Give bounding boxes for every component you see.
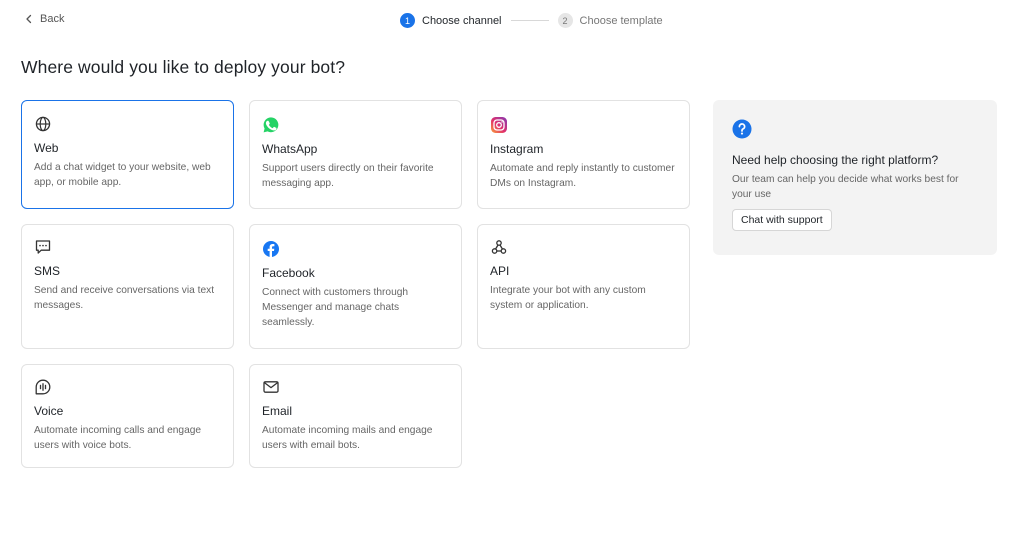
instagram-icon — [491, 117, 507, 133]
channel-card-facebook[interactable]: Facebook Connect with customers through … — [249, 224, 462, 349]
channel-description: Automate incoming calls and engage users… — [34, 425, 202, 451]
facebook-icon — [263, 241, 279, 257]
channel-card-voice[interactable]: Voice Automate incoming calls and engage… — [21, 364, 234, 468]
channel-card-sms[interactable]: SMS Send and receive conversations via t… — [21, 224, 234, 349]
step-choose-channel: 1 Choose channel — [400, 13, 502, 28]
channel-card-email[interactable]: Email Automate incoming mails and engage… — [249, 364, 462, 468]
channel-title: WhatsApp — [262, 142, 318, 156]
page-title: Where would you like to deploy your bot? — [21, 57, 346, 77]
mail-icon — [263, 381, 279, 393]
channel-description: Integrate your bot with any custom syste… — [490, 285, 646, 311]
channel-title: API — [490, 264, 510, 278]
whatsapp-icon — [263, 117, 279, 133]
help-description: Our team can help you decide what works … — [732, 174, 959, 200]
stepper: 1 Choose channel 2 Choose template — [400, 13, 663, 28]
step-label: Choose template — [579, 14, 663, 27]
step-number: 1 — [400, 13, 415, 28]
webhook-icon — [491, 240, 507, 254]
channel-description: Automate incoming mails and engage users… — [262, 425, 433, 451]
channel-description: Connect with customers through Messenger… — [262, 287, 409, 328]
sms-icon — [35, 240, 51, 254]
back-label: Back — [40, 13, 65, 25]
help-panel: Need help choosing the right platform? O… — [713, 100, 997, 255]
step-choose-template: 2 Choose template — [557, 13, 663, 28]
channel-title: Email — [262, 404, 293, 418]
chat-with-support-button[interactable]: Chat with support — [732, 209, 832, 231]
step-divider — [510, 20, 549, 21]
channel-card-web[interactable]: Web Add a chat widget to your website, w… — [21, 100, 234, 209]
channel-title: Facebook — [262, 266, 315, 280]
channel-card-api[interactable]: API Integrate your bot with any custom s… — [477, 224, 690, 349]
channel-title: Instagram — [490, 142, 544, 156]
channel-description: Send and receive conversations via text … — [34, 285, 215, 311]
help-title: Need help choosing the right platform? — [732, 153, 939, 167]
help-question-icon — [732, 119, 752, 139]
channel-description: Support users directly on their favorite… — [262, 163, 434, 189]
channel-description: Automate and reply instantly to customer… — [490, 163, 675, 189]
channel-card-instagram[interactable]: Instagram Automate and reply instantly t… — [477, 100, 690, 209]
globe-icon — [35, 116, 51, 132]
step-label: Choose channel — [422, 14, 502, 27]
step-number: 2 — [557, 13, 573, 28]
channel-title: Web — [34, 141, 59, 155]
back-button[interactable]: Back — [24, 13, 64, 25]
channel-title: Voice — [34, 404, 64, 418]
channel-description: Add a chat widget to your website, web a… — [34, 162, 211, 188]
chevron-left-icon — [26, 14, 32, 24]
voice-icon — [35, 379, 51, 395]
channel-title: SMS — [34, 264, 61, 278]
channel-card-whatsapp[interactable]: WhatsApp Support users directly on their… — [249, 100, 462, 209]
